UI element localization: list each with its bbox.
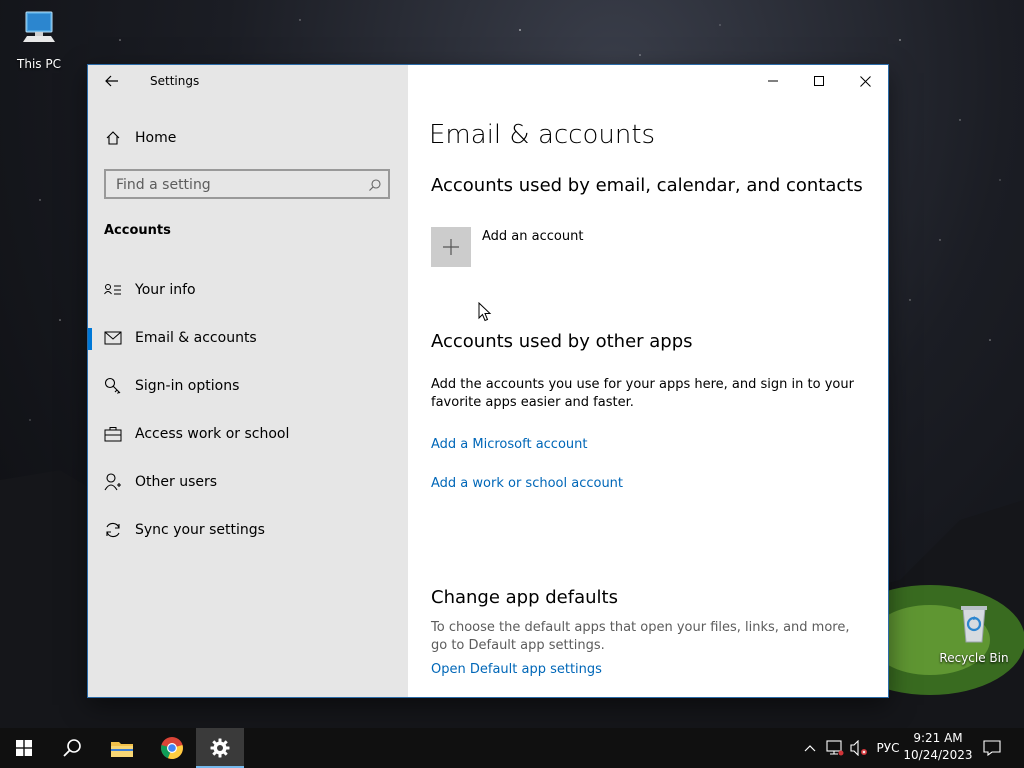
clock-date: 10/24/2023 <box>903 748 973 762</box>
sidebar-item-label: Your info <box>135 282 196 298</box>
sidebar-item-your-info[interactable]: Your info <box>88 270 408 310</box>
desktop-icon-label: This PC <box>17 57 61 71</box>
taskbar: РУС 9:21 AM 10/24/2023 <box>0 728 1024 768</box>
search-input[interactable] <box>114 176 358 194</box>
chrome-icon <box>161 737 183 760</box>
chrome-button[interactable] <box>148 728 196 768</box>
close-button[interactable] <box>842 65 888 97</box>
volume-button[interactable] <box>847 728 871 768</box>
person-add-icon <box>103 472 123 492</box>
sidebar-item-sign-in-options[interactable]: Sign-in options <box>88 366 408 406</box>
sidebar-section-heading: Accounts <box>104 223 171 238</box>
add-account-label: Add an account <box>482 229 584 244</box>
add-work-school-account-link[interactable]: Add a work or school account <box>431 476 623 491</box>
minimize-button[interactable] <box>750 65 796 97</box>
clock[interactable]: 9:21 AM 10/24/2023 <box>902 730 974 764</box>
file-explorer-button[interactable] <box>98 728 146 768</box>
add-tile <box>431 227 471 267</box>
gear-icon <box>210 738 230 758</box>
recycle-bin-desktop-icon[interactable]: Recycle Bin <box>938 602 1010 665</box>
sidebar-item-sync-settings[interactable]: Sync your settings <box>88 510 408 550</box>
section-heading-app-defaults: Change app defaults <box>431 587 618 608</box>
network-button[interactable] <box>823 728 847 768</box>
window-title: Settings <box>150 74 200 88</box>
section-heading-other-apps: Accounts used by other apps <box>431 331 693 352</box>
home-icon <box>103 128 123 148</box>
show-hidden-icons-button[interactable] <box>800 728 820 768</box>
maximize-button[interactable] <box>796 65 842 97</box>
minimize-icon <box>768 80 778 82</box>
key-icon <box>103 376 123 396</box>
sidebar-item-home[interactable]: Home <box>88 118 408 158</box>
settings-window: Settings Home Accounts Your info Email <box>88 65 888 697</box>
search-icon[interactable] <box>368 177 382 196</box>
plus-icon <box>443 239 459 255</box>
sidebar-item-label: Other users <box>135 474 218 490</box>
clock-time: 9:21 AM <box>913 731 963 745</box>
windows-logo-icon <box>16 740 32 756</box>
sidebar: Settings Home Accounts Your info Email <box>88 65 408 697</box>
sidebar-item-label: Sign-in options <box>135 378 240 394</box>
desktop-icon-label: Recycle Bin <box>939 651 1009 665</box>
computer-icon <box>23 11 55 42</box>
notifications-icon <box>983 740 1001 756</box>
sidebar-item-label: Access work or school <box>135 426 290 442</box>
recycle-bin-icon <box>961 606 987 643</box>
search-icon <box>63 739 81 757</box>
sync-icon <box>103 520 123 540</box>
this-pc-desktop-icon[interactable]: This PC <box>3 8 75 71</box>
sidebar-item-access-work-school[interactable]: Access work or school <box>88 414 408 454</box>
sidebar-home-label: Home <box>135 130 177 146</box>
mail-icon <box>103 328 123 348</box>
maximize-icon <box>814 76 824 86</box>
start-button[interactable] <box>0 728 48 768</box>
briefcase-icon <box>103 424 123 444</box>
speaker-muted-icon <box>850 740 867 756</box>
add-account-button[interactable]: Add an account <box>431 227 583 267</box>
sidebar-item-other-users[interactable]: Other users <box>88 462 408 502</box>
page-title: Email & accounts <box>429 120 656 150</box>
sidebar-item-label: Email & accounts <box>135 330 257 346</box>
settings-taskbar-button[interactable] <box>196 728 244 768</box>
open-default-app-settings-link[interactable]: Open Default app settings <box>431 662 602 677</box>
folder-icon <box>111 742 133 757</box>
sidebar-item-label: Sync your settings <box>135 522 265 538</box>
contact-card-icon <box>103 280 123 300</box>
close-icon <box>859 75 871 87</box>
section-description-other-apps: Add the accounts you use for your apps h… <box>431 377 854 410</box>
window-controls <box>750 65 888 97</box>
chevron-up-icon <box>804 745 816 752</box>
search-box[interactable] <box>104 169 390 199</box>
section-heading-email-accounts: Accounts used by email, calendar, and co… <box>431 175 863 196</box>
search-taskbar-button[interactable] <box>48 728 96 768</box>
main-content: Email & accounts Accounts used by email,… <box>408 65 888 697</box>
action-center-button[interactable] <box>978 728 1006 768</box>
add-microsoft-account-link[interactable]: Add a Microsoft account <box>431 437 587 452</box>
back-button[interactable] <box>102 71 122 91</box>
mouse-cursor-icon <box>478 302 492 322</box>
sidebar-item-email-accounts[interactable]: Email & accounts <box>88 318 408 358</box>
back-arrow-icon <box>105 75 118 87</box>
section-description-app-defaults: To choose the default apps that open you… <box>431 620 850 653</box>
language-indicator[interactable]: РУС <box>872 728 904 768</box>
network-icon <box>826 740 844 756</box>
